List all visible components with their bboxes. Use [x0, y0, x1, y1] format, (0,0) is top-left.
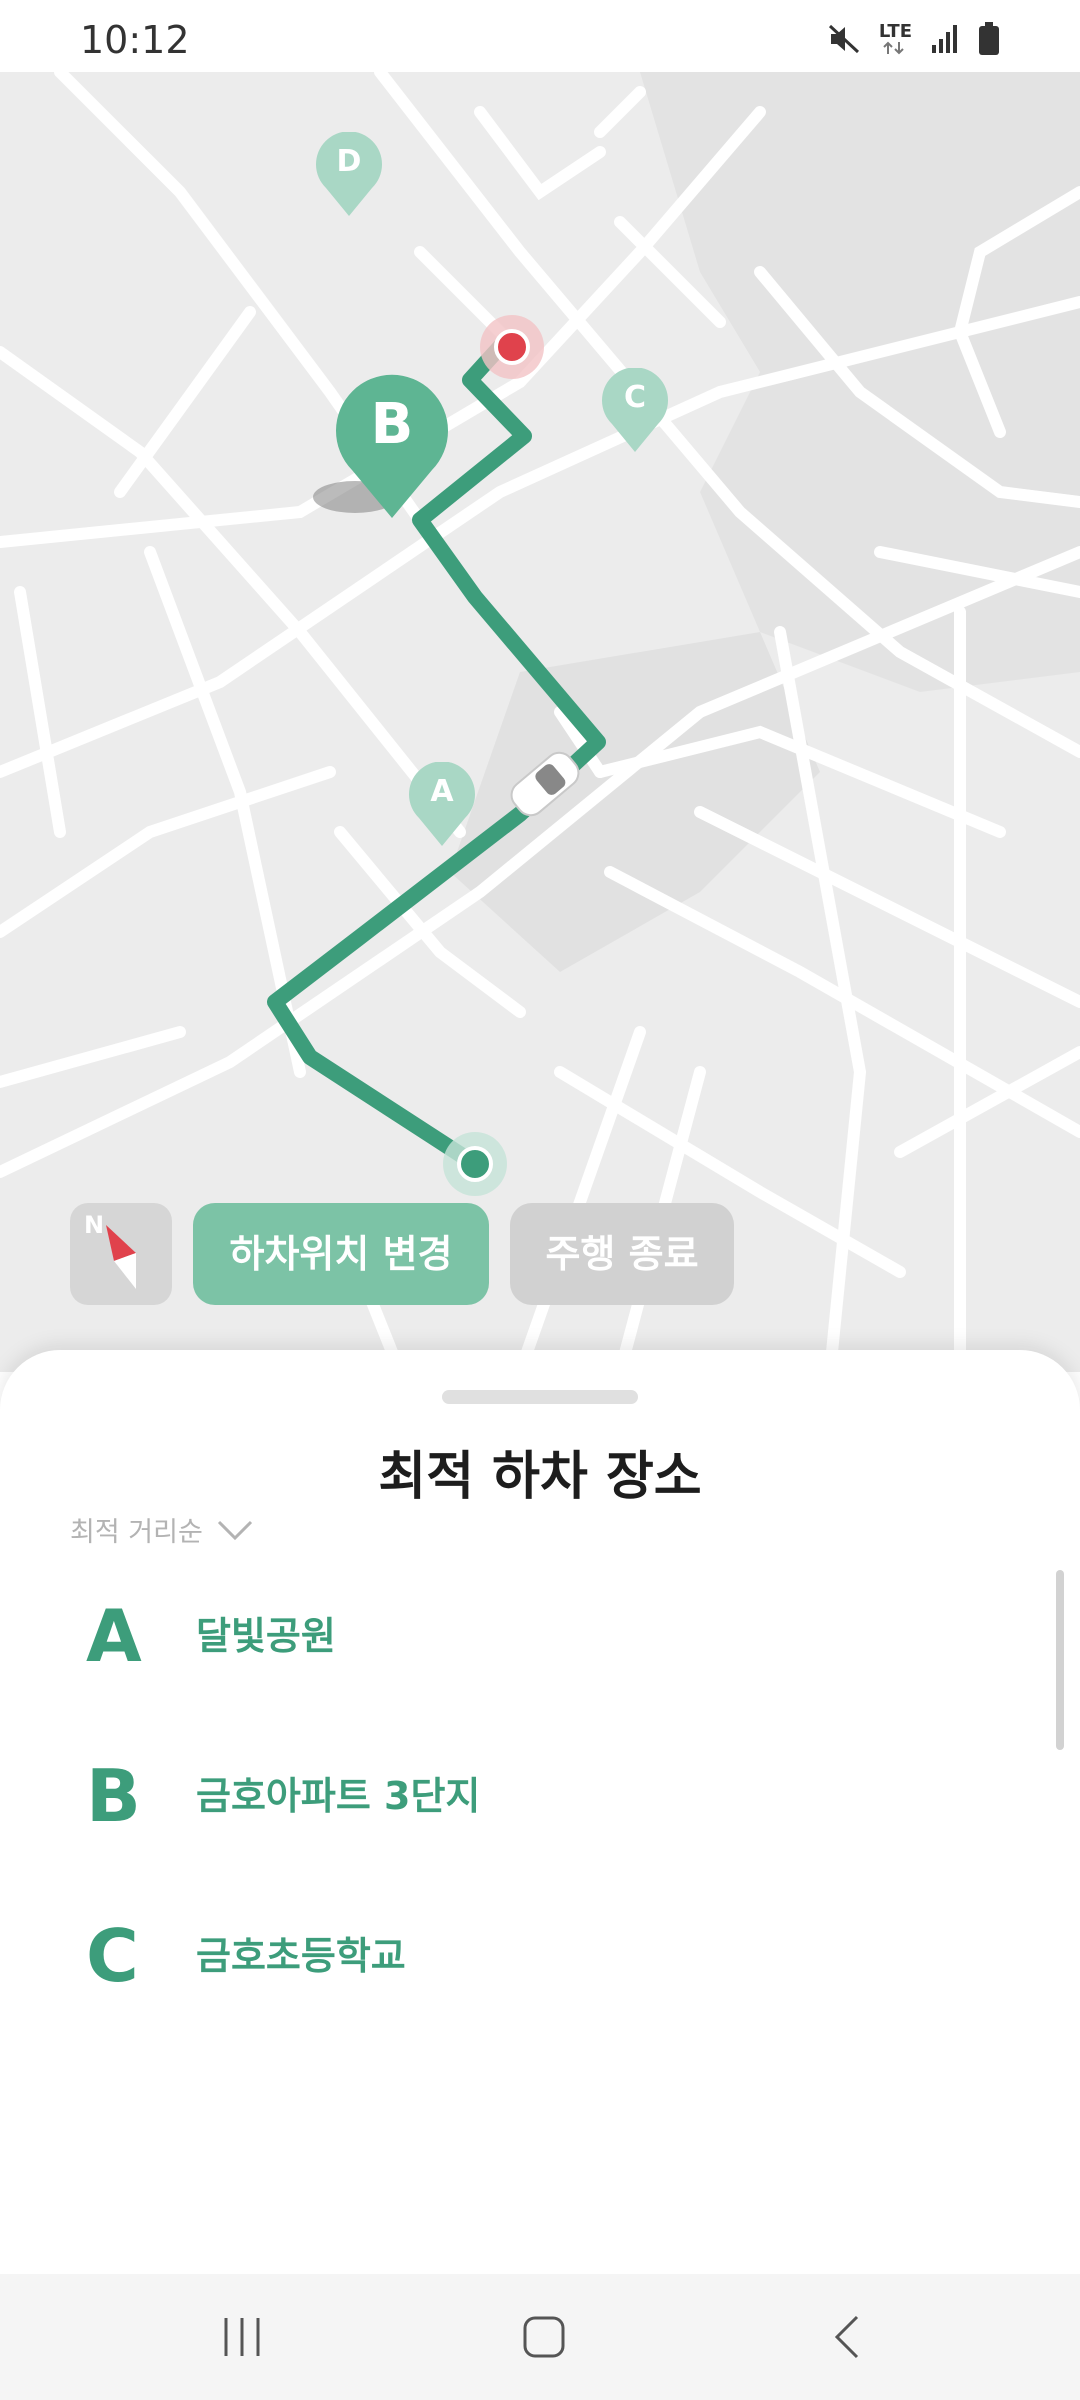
back-icon [834, 2315, 859, 2359]
home-button[interactable] [464, 2274, 624, 2400]
dropoff-list: A 달빛공원 B 금호아파트 3단지 C 금호초등학교 [0, 1572, 1080, 2052]
item-name: 금호아파트 3단지 [196, 1774, 481, 1818]
sort-dropdown[interactable]: 최적 거리순 [70, 1510, 253, 1549]
pin-label: C [623, 380, 647, 415]
home-icon [523, 2316, 565, 2358]
change-dropoff-button[interactable]: 하차위치 변경 [193, 1203, 489, 1305]
lte-icon: LTE [879, 23, 912, 55]
bottom-sheet: 최적 하차 장소 최적 거리순 A 달빛공원 B 금호아파트 3단지 C 금호초… [0, 1350, 1080, 2274]
item-letter: A [86, 1594, 142, 1678]
list-item[interactable]: C 금호초등학교 [0, 1892, 1080, 2052]
status-time: 10:12 [80, 18, 190, 62]
status-icons: LTE [827, 22, 1000, 56]
chevron-down-icon [217, 1520, 252, 1540]
sort-label: 최적 거리순 [70, 1517, 203, 1548]
scrollbar[interactable] [1056, 1570, 1064, 1750]
item-name: 금호초등학교 [196, 1934, 406, 1978]
compass-north-label: N [84, 1211, 105, 1239]
sheet-drag-handle[interactable] [442, 1390, 638, 1404]
list-item[interactable]: A 달빛공원 [0, 1572, 1080, 1732]
item-letter: B [86, 1754, 141, 1838]
signal-icon [930, 23, 960, 55]
status-bar: 10:12 LTE [0, 0, 1080, 72]
pin-label: D [336, 144, 362, 179]
map-pin-a[interactable]: A [409, 761, 475, 846]
map-pin-b[interactable]: B [336, 372, 448, 518]
map-pin-c[interactable]: C [602, 367, 668, 452]
back-button[interactable] [766, 2274, 926, 2400]
recent-apps-icon [224, 2318, 260, 2356]
end-drive-button[interactable]: 주행 종료 [510, 1203, 734, 1305]
navigation-bar [0, 2274, 1080, 2400]
item-letter: C [86, 1914, 139, 1998]
pin-label: A [430, 774, 454, 809]
pin-label: B [370, 392, 414, 457]
battery-icon [978, 22, 1000, 56]
map-view[interactable]: D B C A [0, 72, 1080, 1372]
map-pin-d[interactable]: D [316, 131, 382, 216]
map-roads [0, 72, 1080, 1372]
sheet-title: 최적 하차 장소 [378, 1447, 702, 1507]
compass-button[interactable]: N [70, 1203, 172, 1305]
recent-apps-button[interactable] [162, 2274, 322, 2400]
mute-icon [827, 23, 861, 55]
item-name: 달빛공원 [196, 1614, 336, 1658]
list-item[interactable]: B 금호아파트 3단지 [0, 1732, 1080, 1892]
